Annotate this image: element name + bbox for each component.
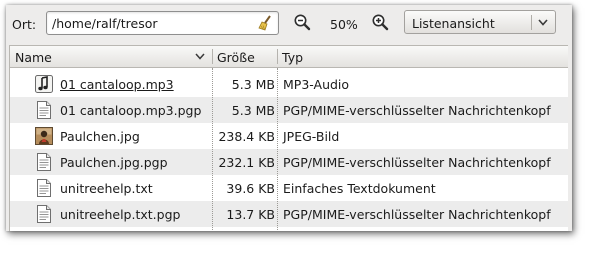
file-size: 5.3 MB [231, 77, 275, 92]
text-file-icon [37, 179, 51, 197]
view-mode-select[interactable]: Listenansicht [404, 10, 556, 34]
zoom-out-icon[interactable] [293, 13, 311, 31]
file-name[interactable]: Paulchen.jpg.pgp [60, 155, 168, 170]
file-row[interactable]: Paulchen.jpg.pgp 232.1 KB PGP/MIME-versc… [10, 149, 568, 175]
text-file-icon [37, 101, 51, 119]
file-type: MP3-Audio [283, 77, 350, 92]
text-file-icon [37, 153, 51, 171]
file-row[interactable]: unitreehelp.txt 39.6 KB Einfaches Textdo… [10, 175, 568, 201]
sort-descending-icon [195, 53, 205, 60]
image-thumbnail-icon [35, 127, 53, 145]
column-guide-line [212, 68, 213, 231]
combo-separator [531, 15, 532, 30]
file-browser-window: Ort: /home/ralf/tresor 50% Listenansicht [6, 5, 572, 231]
column-header-type-label: Typ [282, 50, 304, 65]
location-label: Ort: [12, 17, 37, 32]
zoom-in-icon[interactable] [371, 13, 389, 31]
file-row[interactable]: 01 cantaloop.mp3.pgp 5.3 MB PGP/MIME-ver… [10, 97, 568, 123]
column-header-name-label: Name [15, 50, 52, 65]
file-size: 13.7 KB [226, 207, 275, 222]
file-size: 232.1 KB [218, 155, 275, 170]
column-header-size-label: Größe [217, 50, 255, 65]
audio-file-icon [35, 75, 53, 93]
list-header: Name Größe Typ [10, 46, 568, 68]
column-header-name[interactable]: Name [10, 46, 212, 67]
text-file-icon [37, 205, 51, 223]
view-mode-value: Listenansicht [412, 16, 495, 31]
column-header-type[interactable]: Typ [278, 46, 568, 67]
file-row[interactable]: 01 cantaloop.mp3 5.3 MB MP3-Audio [10, 71, 568, 97]
file-type: PGP/MIME-verschlüsselter Nachrichtenkopf [283, 155, 551, 170]
file-type: Einfaches Textdokument [283, 181, 436, 196]
location-input-text[interactable]: /home/ralf/tresor [52, 16, 158, 31]
column-header-size[interactable]: Größe [213, 46, 277, 67]
file-list: Name Größe Typ 01 cantaloop.mp3 5.3 MB M… [9, 45, 568, 231]
file-type: PGP/MIME-verschlüsselter Nachrichtenkopf [283, 207, 551, 222]
file-row[interactable]: unitreehelp.txt.pgp 13.7 KB PGP/MIME-ver… [10, 201, 568, 227]
file-type: JPEG-Bild [283, 129, 340, 144]
file-name[interactable]: unitreehelp.txt.pgp [60, 207, 180, 222]
file-name[interactable]: unitreehelp.txt [60, 181, 153, 196]
column-guide-line [277, 68, 278, 231]
file-size: 5.3 MB [231, 103, 275, 118]
file-name[interactable]: 01 cantaloop.mp3 [60, 77, 174, 92]
file-name[interactable]: Paulchen.jpg [60, 129, 140, 144]
location-input[interactable]: /home/ralf/tresor [46, 11, 279, 35]
file-size: 39.6 KB [226, 181, 275, 196]
chevron-down-icon [538, 19, 548, 26]
file-type: PGP/MIME-verschlüsselter Nachrichtenkopf [283, 103, 551, 118]
clear-broom-icon[interactable] [256, 14, 274, 32]
file-name[interactable]: 01 cantaloop.mp3.pgp [60, 103, 201, 118]
location-toolbar: Ort: /home/ralf/tresor 50% Listenansicht [6, 5, 572, 41]
zoom-level-label: 50% [330, 17, 358, 32]
file-row[interactable]: Paulchen.jpg 238.4 KB JPEG-Bild [10, 123, 568, 149]
file-size: 238.4 KB [218, 129, 275, 144]
